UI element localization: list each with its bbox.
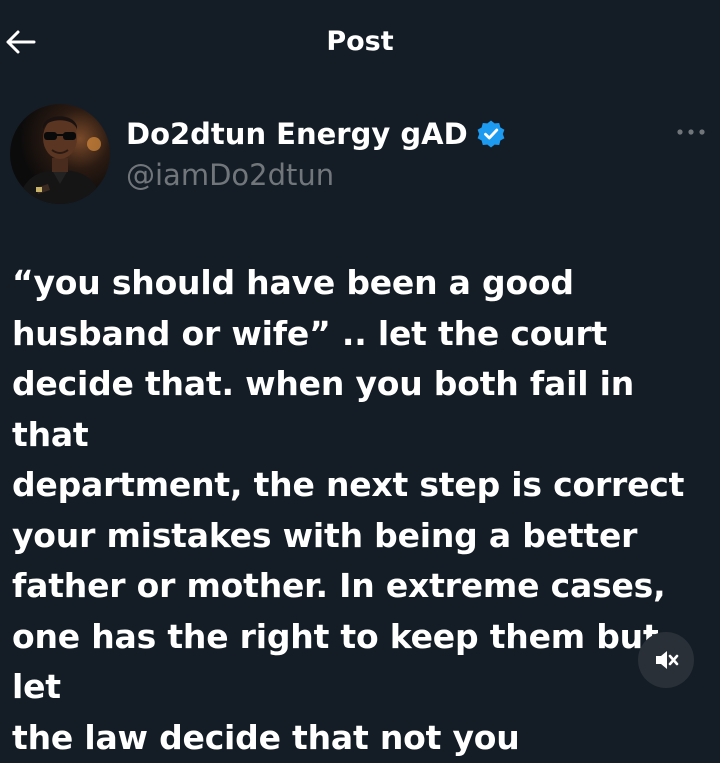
avatar[interactable] xyxy=(10,104,110,204)
verified-badge-icon xyxy=(477,120,505,148)
top-bar: Post xyxy=(0,0,720,84)
mute-toggle-button[interactable] xyxy=(638,632,694,688)
author-handle[interactable]: @iamDo2dtun xyxy=(126,156,334,194)
post-body-text: “you should have been a good husband or … xyxy=(12,263,685,757)
back-button[interactable] xyxy=(0,24,40,60)
author-name-line[interactable]: Do2dtun Energy gAD xyxy=(126,114,506,154)
speaker-muted-icon xyxy=(656,651,679,669)
arrow-left-icon xyxy=(6,30,36,54)
more-options-button[interactable] xyxy=(676,120,706,144)
post-author: Do2dtun Energy gAD @iamDo2dtun xyxy=(0,100,720,210)
more-horizontal-icon xyxy=(677,129,705,135)
avatar-image xyxy=(10,104,110,204)
display-name: Do2dtun Energy gAD xyxy=(126,117,468,151)
page-title: Post xyxy=(326,26,394,57)
